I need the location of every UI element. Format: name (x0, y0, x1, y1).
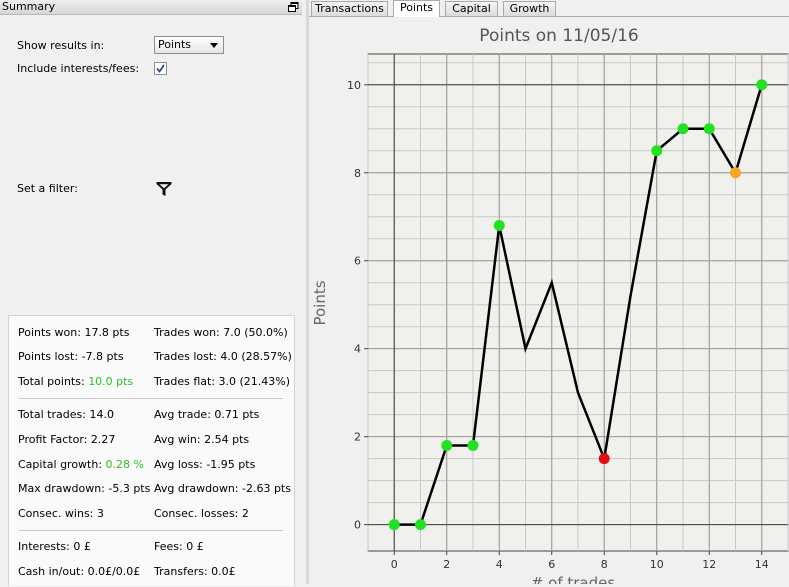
profit-factor-stat: Profit Factor: 2.27 (18, 433, 116, 446)
avg-loss-stat: Avg loss: -1.95 pts (154, 458, 256, 471)
summary-panel-title: Summary (2, 0, 56, 13)
trade-marker-green (677, 123, 689, 135)
trade-marker-green (388, 519, 400, 531)
float-window-icon[interactable] (288, 2, 299, 12)
y-axis-label: Points (311, 280, 329, 325)
points-won-stat: Points won: 17.8 pts (18, 326, 130, 339)
avg-drawdown-stat: Avg drawdown: -2.63 pts (154, 482, 291, 495)
x-tick-label: 10 (650, 558, 664, 571)
chart-title: Points on 11/05/16 (479, 26, 638, 46)
summary-panel: Summary Show results in: Points Include … (0, 0, 306, 586)
show-results-value: Points (158, 38, 192, 51)
total-points-stat: Total points: 10.0 pts (18, 375, 133, 389)
y-tick-label: 10 (347, 79, 361, 92)
include-interests-label: Include interests/fees: (17, 62, 140, 75)
tab-points[interactable]: Points (393, 0, 440, 17)
y-tick-label: 4 (354, 343, 361, 356)
consec-wins-stat: Consec. wins: 3 (18, 507, 104, 520)
trade-marker-green (703, 123, 715, 135)
trade-marker-green (756, 79, 768, 91)
y-tick-label: 8 (354, 167, 361, 180)
trade-marker-green (415, 519, 426, 531)
capital-growth-value: 0.28 % (105, 458, 144, 471)
total-trades-stat: Total trades: 14.0 (18, 408, 114, 421)
trade-marker-green (651, 145, 663, 157)
plot-layer: 0 2 4 6 8 10 12 14 0 2 4 6 8 10 (347, 53, 789, 571)
tab-label: Capital (452, 2, 491, 15)
stats-divider (19, 398, 283, 399)
avg-trade-stat: Avg trade: 0.71 pts (154, 408, 260, 421)
consec-losses-stat: Consec. losses: 2 (154, 507, 249, 520)
statistics-box: Points won: 17.8 pts Trades won: 7.0 (50… (8, 315, 295, 586)
x-tick-label: 6 (548, 558, 555, 571)
points-lost-stat: Points lost: -7.8 pts (18, 350, 124, 363)
cash-in-out-stat: Cash in/out: 0.0£/0.0£ (18, 565, 141, 578)
total-points-value: 10.0 pts (88, 375, 134, 388)
x-tick-label: 12 (702, 558, 716, 571)
tab-label: Growth (509, 2, 550, 15)
capital-growth-label: Capital growth: (18, 458, 106, 471)
trade-marker-green (493, 220, 505, 232)
trade-marker-orange (730, 167, 741, 179)
trades-won-stat: Trades won: 7.0 (50.0%) (154, 326, 288, 339)
filter-label: Set a filter: (17, 182, 78, 195)
avg-win-stat: Avg win: 2.54 pts (154, 433, 250, 446)
x-tick-label: 8 (601, 558, 608, 571)
x-tick-label: 2 (443, 558, 450, 571)
tab-capital[interactable]: Capital (445, 1, 498, 16)
x-tick-label: 14 (755, 558, 769, 571)
stats-divider (19, 530, 283, 531)
y-tick-label: 6 (354, 255, 361, 268)
capital-growth-stat: Capital growth: 0.28 % (18, 458, 144, 472)
show-results-label: Show results in: (17, 39, 105, 52)
x-axis-label: # of trades (531, 574, 616, 584)
trade-marker-green (441, 439, 453, 451)
checkmark-icon (156, 64, 165, 73)
tab-label: Points (399, 1, 434, 14)
x-tick-label: 4 (496, 558, 503, 571)
show-results-select[interactable]: Points (154, 36, 224, 54)
transfers-stat: Transfers: 0.0£ (154, 565, 236, 578)
tab-bar: Transactions Points Capital Growth (309, 0, 789, 17)
tab-label: Transactions (315, 2, 384, 15)
trade-marker-red (598, 453, 610, 465)
interests-stat: Interests: 0 £ (18, 540, 91, 553)
total-points-label: Total points: (18, 375, 89, 388)
summary-panel-header: Summary (0, 0, 302, 15)
include-interests-checkbox[interactable] (154, 62, 167, 75)
y-tick-label: 2 (354, 431, 361, 444)
tab-growth[interactable]: Growth (503, 1, 556, 16)
tab-transactions[interactable]: Transactions (311, 1, 388, 16)
y-tick-label: 0 (354, 519, 361, 532)
trades-lost-stat: Trades lost: 4.0 (28.57%) (154, 350, 292, 363)
max-drawdown-stat: Max drawdown: -5.3 pts (18, 482, 151, 495)
filter-icon[interactable] (156, 181, 172, 197)
points-chart-area: Points on 11/05/16 Points # of trades 0 2… (309, 17, 789, 587)
fees-stat: Fees: 0 £ (154, 540, 204, 553)
trades-flat-stat: Trades flat: 3.0 (21.43%) (154, 375, 291, 388)
x-tick-label: 0 (391, 558, 398, 571)
trade-marker-green (467, 439, 479, 451)
points-chart: Points on 11/05/16 Points # of trades 0 2… (311, 26, 789, 587)
chevron-down-icon (210, 43, 218, 48)
